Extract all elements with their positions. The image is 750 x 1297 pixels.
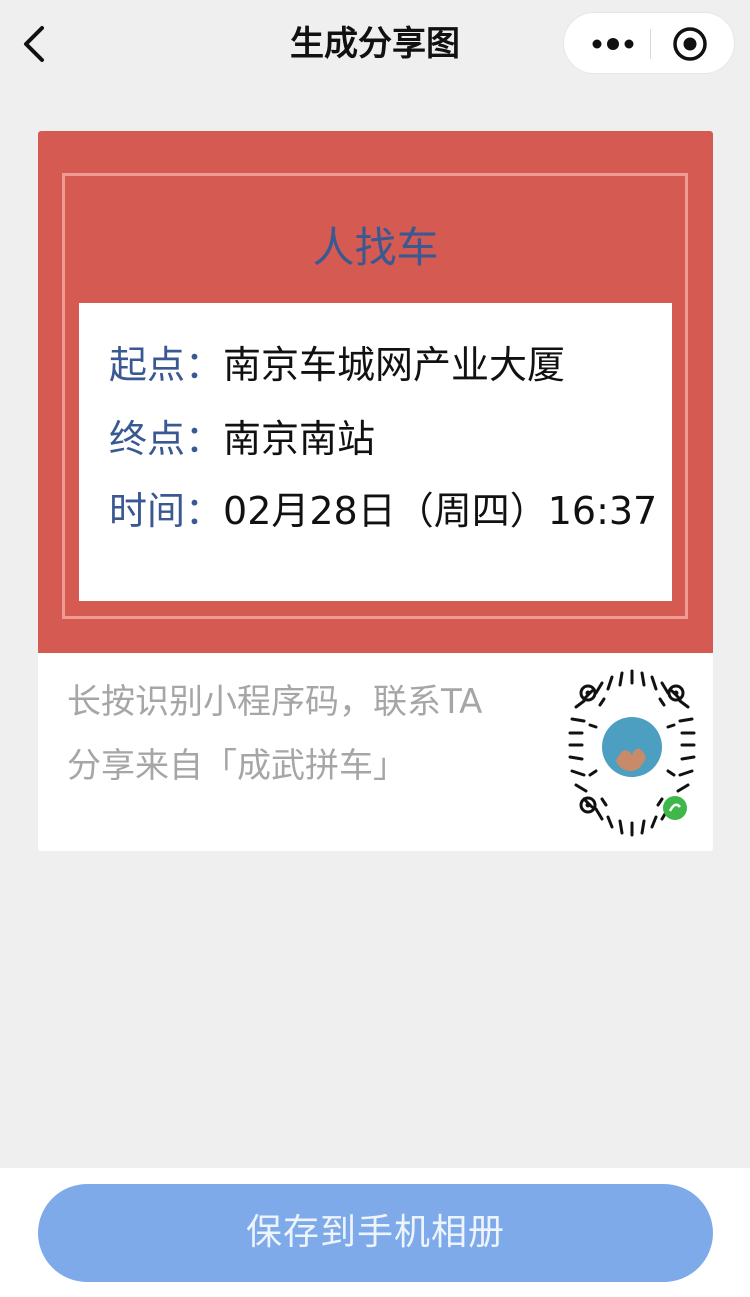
start-label: 起点： (109, 343, 224, 387)
target-icon[interactable] (672, 26, 708, 62)
start-value: 南京车城网产业大厦 (223, 343, 566, 387)
capsule-divider (650, 29, 651, 59)
nav-bar: 生成分享图 (0, 0, 750, 88)
card-header: 人找车 起点：南京车城网产业大厦 终点：南京南站 时间：02月28日（周四）16… (38, 131, 713, 653)
bottom-action-bar: 保存到手机相册 (0, 1168, 750, 1297)
footer-hint: 长按识别小程序码，联系TA (67, 682, 483, 722)
trip-info-panel: 起点：南京车城网产业大厦 终点：南京南站 时间：02月28日（周四）16:37 (79, 303, 672, 601)
time-label: 时间： (109, 489, 224, 533)
row-time: 时间：02月28日（周四）16:37 (109, 481, 657, 541)
row-end: 终点：南京南站 (109, 409, 375, 469)
footer-source: 分享来自「成武拼车」 (67, 746, 407, 786)
save-to-album-button[interactable]: 保存到手机相册 (38, 1184, 713, 1282)
end-value: 南京南站 (223, 417, 376, 461)
time-value: 02月28日（周四）16:37 (223, 489, 658, 533)
row-start: 起点：南京车城网产业大厦 (109, 335, 565, 395)
more-dots-icon[interactable] (588, 29, 638, 59)
mini-program-code-icon[interactable] (566, 665, 698, 839)
capsule-menu (563, 12, 735, 74)
end-label: 终点： (109, 417, 224, 461)
card-title: 人找车 (312, 223, 439, 272)
share-card: 人找车 起点：南京车城网产业大厦 终点：南京南站 时间：02月28日（周四）16… (38, 131, 713, 851)
